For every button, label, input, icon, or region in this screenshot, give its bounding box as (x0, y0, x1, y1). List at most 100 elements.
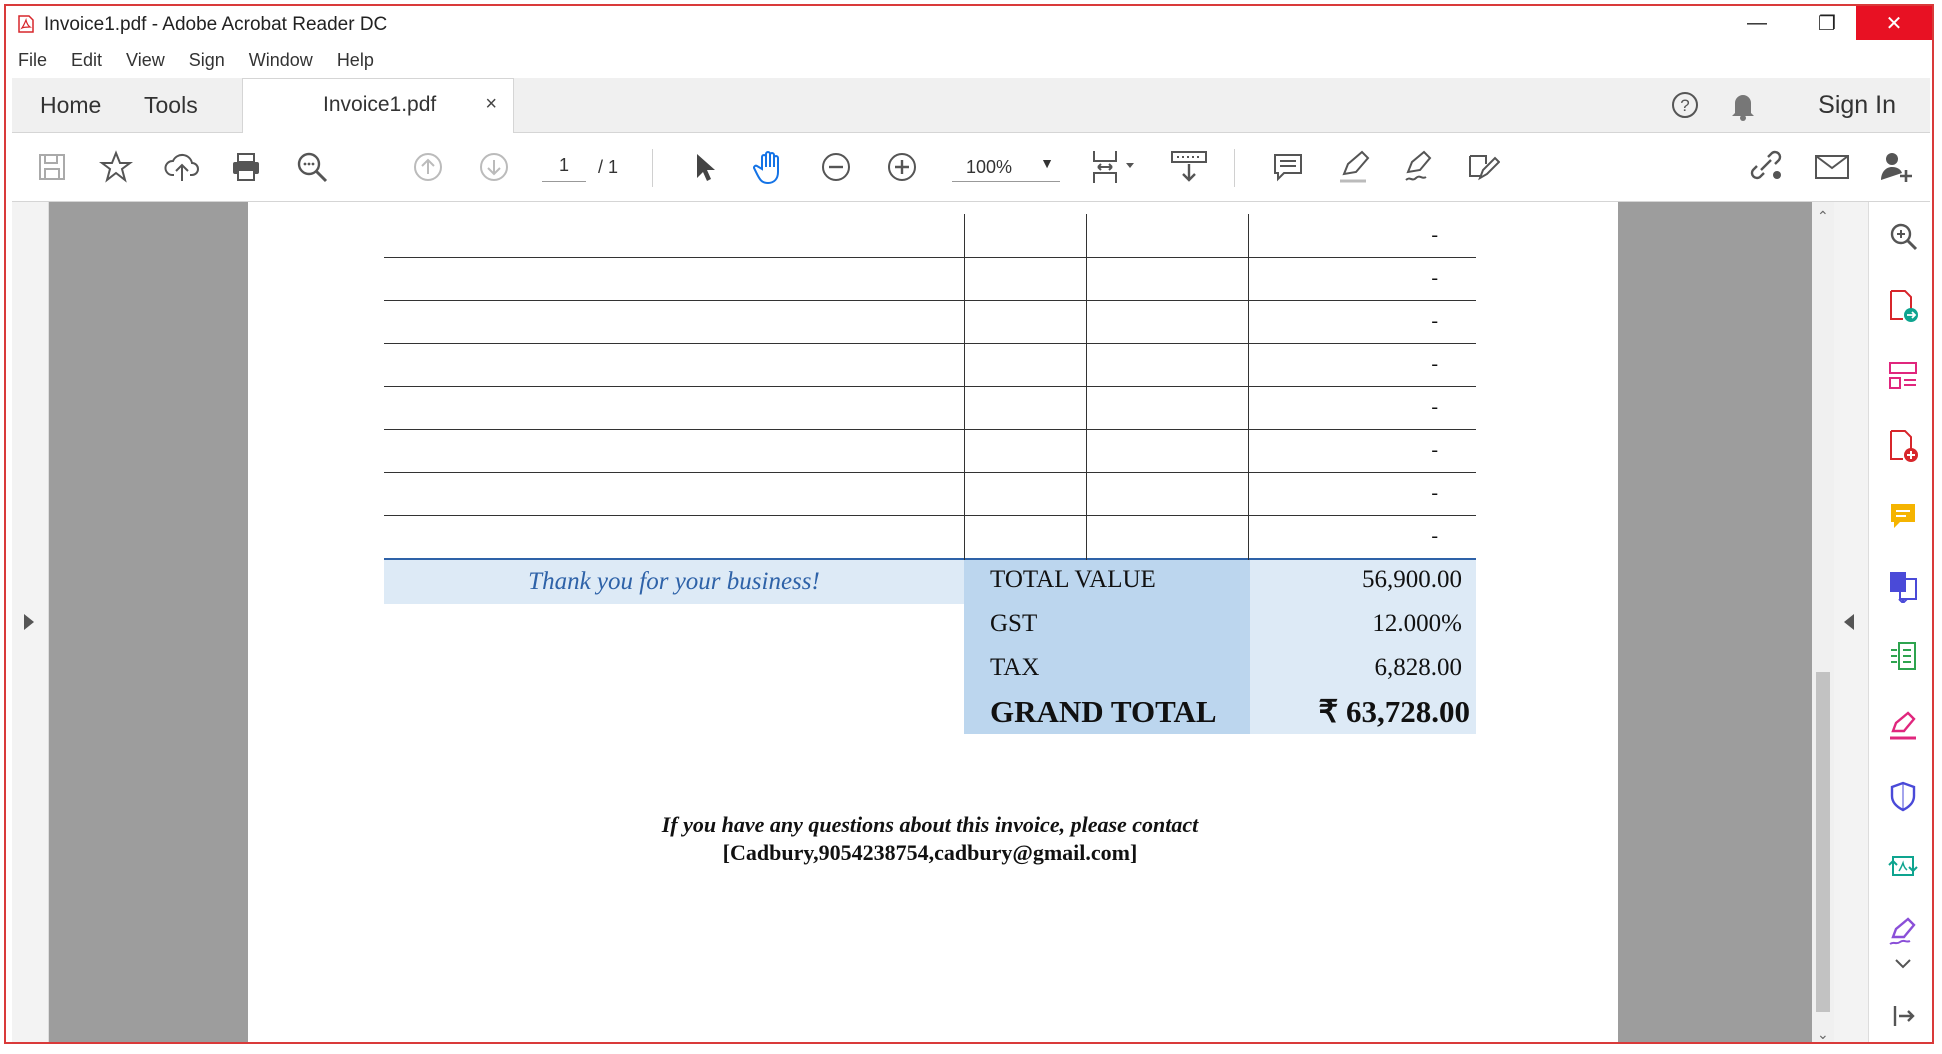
zoom-level-select[interactable]: 100% ▼ (952, 155, 1060, 182)
zoom-in-icon[interactable] (882, 147, 922, 187)
upload-cloud-icon[interactable] (162, 147, 202, 187)
window-title: Invoice1.pdf - Adobe Acrobat Reader DC (44, 14, 388, 35)
menu-window[interactable]: Window (237, 44, 325, 74)
print-icon[interactable] (226, 147, 266, 187)
close-window-button[interactable]: ✕ (1856, 6, 1932, 40)
tab-document[interactable]: Invoice1.pdf × (242, 78, 514, 133)
select-cursor-icon[interactable] (684, 147, 724, 187)
comment-tool-icon[interactable] (1885, 498, 1921, 534)
total-value-amount: 56,900.00 (1362, 566, 1462, 593)
notification-bell-icon[interactable] (1728, 89, 1758, 121)
expand-left-panel-icon[interactable] (24, 614, 34, 630)
edit-pdf-icon[interactable] (1462, 147, 1502, 187)
email-icon[interactable] (1812, 147, 1852, 187)
menu-sign[interactable]: Sign (177, 44, 237, 74)
acrobat-pdf-icon (18, 15, 34, 33)
close-tab-button[interactable]: × (485, 93, 497, 116)
create-pdf-icon[interactable] (1885, 428, 1921, 464)
menu-file[interactable]: File (6, 44, 59, 74)
table-row: - (384, 429, 1476, 473)
tab-home[interactable]: Home (40, 78, 101, 132)
next-page-icon[interactable] (474, 147, 514, 187)
total-value-label: TOTAL VALUE (990, 566, 1156, 593)
amount-cell: - (1431, 353, 1438, 375)
scrollbar-thumb[interactable] (1816, 672, 1830, 1012)
totals-section: Thank you for your business! TOTAL VALUE… (384, 560, 1476, 734)
amount-cell: - (1431, 525, 1438, 547)
app-window: Invoice1.pdf - Adobe Acrobat Reader DC —… (4, 4, 1934, 1044)
organize-pages-icon[interactable] (1885, 358, 1921, 394)
table-row: - (384, 343, 1476, 387)
vertical-scrollbar[interactable]: ⌃ ⌄ (1812, 202, 1834, 1042)
bookmark-star-icon[interactable] (96, 147, 136, 187)
table-row: - (384, 257, 1476, 301)
share-link-icon[interactable] (1746, 147, 1786, 187)
grand-total-amount: ₹ 63,728.00 (1318, 694, 1470, 729)
highlight-pen-icon[interactable] (1334, 147, 1374, 187)
menu-help[interactable]: Help (325, 44, 386, 74)
compress-pdf-icon[interactable] (1885, 638, 1921, 674)
sign-in-button[interactable]: Sign In (1818, 91, 1896, 120)
maximize-button[interactable]: ❐ (1792, 6, 1862, 40)
table-row: - (384, 472, 1476, 516)
thank-you-note: Thank you for your business! (528, 568, 820, 595)
add-user-icon[interactable] (1876, 147, 1916, 187)
menu-bar: File Edit View Sign Window Help (6, 44, 1932, 74)
column-divider (964, 214, 965, 560)
tab-tools[interactable]: Tools (144, 78, 198, 132)
tools-pane (1868, 202, 1932, 1042)
scroll-down-icon[interactable]: ⌄ (1817, 1026, 1829, 1042)
amount-cell: - (1431, 439, 1438, 461)
page-total: / 1 (598, 157, 619, 177)
document-tab-label: Invoice1.pdf (323, 93, 437, 116)
column-divider (1086, 214, 1087, 560)
sign-pen-icon[interactable] (1400, 147, 1440, 187)
svg-text:?: ? (1680, 96, 1689, 115)
amount-cell: - (1431, 482, 1438, 504)
left-nav-rail (12, 202, 49, 1042)
collapse-right-panel-icon[interactable] (1844, 614, 1854, 630)
column-divider (1248, 214, 1249, 560)
menu-view[interactable]: View (114, 44, 177, 74)
grand-total-label: GRAND TOTAL (990, 694, 1217, 729)
page-number-input[interactable]: 1 (542, 155, 586, 182)
table-row: - (384, 386, 1476, 430)
search-zoom-icon[interactable] (292, 147, 332, 187)
save-icon[interactable] (32, 147, 72, 187)
amount-cell: - (1431, 310, 1438, 332)
scroll-mode-icon[interactable] (1166, 147, 1212, 187)
search-zoom-icon[interactable] (1885, 218, 1921, 254)
pdf-page: - - - - - - - - Thank you for your busin… (248, 202, 1618, 1042)
title-bar: Invoice1.pdf - Adobe Acrobat Reader DC —… (6, 6, 1932, 40)
send-for-review-icon[interactable] (1885, 848, 1921, 884)
table-row: - (384, 515, 1476, 560)
hand-tool-icon[interactable] (750, 147, 790, 187)
export-pdf-icon[interactable] (1885, 288, 1921, 324)
minimize-button[interactable]: — (1722, 6, 1792, 40)
document-viewport: - - - - - - - - Thank you for your busin… (12, 202, 1868, 1042)
toolbar-divider (1234, 149, 1235, 187)
request-signature-icon[interactable] (1885, 914, 1921, 950)
amount-cell: - (1431, 267, 1438, 289)
scroll-up-icon[interactable]: ⌃ (1817, 208, 1829, 225)
protect-shield-icon[interactable] (1885, 778, 1921, 814)
collapse-tools-pane-icon[interactable] (1885, 998, 1921, 1034)
right-pane-toggle[interactable] (1834, 202, 1868, 1042)
chevron-down-icon[interactable] (1885, 946, 1921, 982)
previous-page-icon[interactable] (408, 147, 448, 187)
toolbar-divider (652, 149, 653, 187)
gst-rate: 12.000% (1372, 610, 1462, 637)
fill-sign-icon[interactable] (1885, 708, 1921, 744)
comment-icon[interactable] (1268, 147, 1308, 187)
zoom-out-icon[interactable] (816, 147, 856, 187)
tax-amount: 6,828.00 (1374, 654, 1463, 681)
combine-files-icon[interactable] (1885, 568, 1921, 604)
main-toolbar: 1 / 1 100% ▼ (12, 133, 1930, 202)
menu-edit[interactable]: Edit (59, 44, 114, 74)
contact-prompt: If you have any questions about this inv… (661, 812, 1199, 837)
help-icon[interactable]: ? (1670, 90, 1700, 120)
fit-page-icon[interactable] (1086, 147, 1142, 187)
amount-cell: - (1431, 396, 1438, 418)
zoom-value: 100% (966, 157, 1013, 177)
gst-label: GST (990, 610, 1038, 637)
